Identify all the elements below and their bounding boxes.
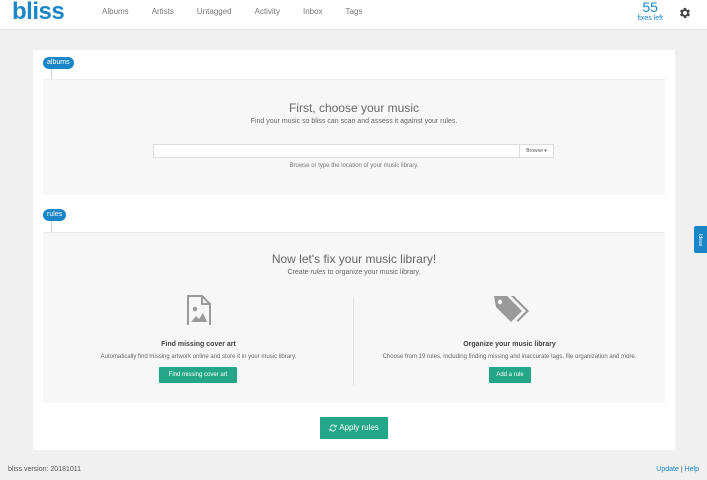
- organize-desc: Choose from 19 rules, including finding …: [382, 354, 637, 360]
- find-cover-art-button[interactable]: Find missing cover art: [159, 367, 237, 383]
- albums-hint: Browse or type the location of your musi…: [289, 163, 419, 169]
- help-link[interactable]: Help: [685, 466, 699, 473]
- albums-section: First, choose your music Find your music…: [43, 79, 665, 195]
- rules-subtitle-post: to organize your music library.: [325, 269, 421, 276]
- add-rule-button[interactable]: Add a rule: [489, 367, 531, 383]
- rules-subtitle-em: rules: [310, 269, 326, 276]
- apply-rules-button[interactable]: Apply rules: [320, 417, 388, 439]
- image-file-icon: [187, 295, 211, 325]
- footer-links: Update | Help: [656, 466, 699, 473]
- library-path-field: Browse ▾: [153, 144, 554, 158]
- bliss-logo[interactable]: bliss: [12, 0, 65, 24]
- update-link[interactable]: Update: [656, 466, 679, 473]
- fixes-count: 55: [642, 0, 658, 15]
- fixes-label: fixes left: [637, 15, 663, 22]
- ideas-label: Ideas: [697, 234, 703, 247]
- library-path-input[interactable]: [154, 145, 519, 157]
- rules-section: Now let's fix your music library! Create…: [43, 232, 665, 403]
- browse-button[interactable]: Browse ▾: [519, 145, 553, 157]
- nav-untagged[interactable]: Untagged: [197, 7, 232, 17]
- nav-artists[interactable]: Artists: [152, 7, 174, 17]
- fixes-counter[interactable]: 55 fixes left: [637, 0, 663, 23]
- refresh-icon: [329, 424, 337, 432]
- nav-tags[interactable]: Tags: [346, 7, 363, 17]
- nav-albums[interactable]: Albums: [102, 7, 129, 17]
- rules-tag-line: [51, 221, 52, 232]
- rules-title: Now let's fix your music library!: [271, 252, 437, 266]
- rules-tag: rules: [43, 209, 67, 221]
- top-bar: bliss Albums Artists Untagged Activity I…: [0, 0, 707, 30]
- albums-tag: albums: [43, 57, 74, 69]
- ideas-tab[interactable]: Ideas: [694, 226, 707, 253]
- cover-art-desc: Automatically find missing artwork onlin…: [100, 354, 297, 360]
- rules-subtitle: Create rules to organize your music libr…: [43, 269, 665, 276]
- gear-icon[interactable]: [678, 6, 692, 20]
- albums-tag-line: [51, 69, 52, 79]
- main-nav: Albums Artists Untagged Activity Inbox T…: [102, 7, 385, 17]
- nav-activity[interactable]: Activity: [255, 7, 280, 17]
- albums-subtitle: Find your music so bliss can scan and as…: [250, 118, 458, 125]
- cover-art-title: Find missing cover art: [161, 341, 236, 348]
- tags-icon: [494, 296, 529, 322]
- apply-rules-label: Apply rules: [339, 423, 379, 432]
- nav-inbox[interactable]: Inbox: [303, 7, 323, 17]
- organize-title: Organize your music library: [463, 341, 556, 348]
- version-text: bliss version: 20181011: [8, 466, 82, 473]
- rules-subtitle-pre: Create: [287, 269, 311, 276]
- albums-title: First, choose your music: [288, 101, 420, 115]
